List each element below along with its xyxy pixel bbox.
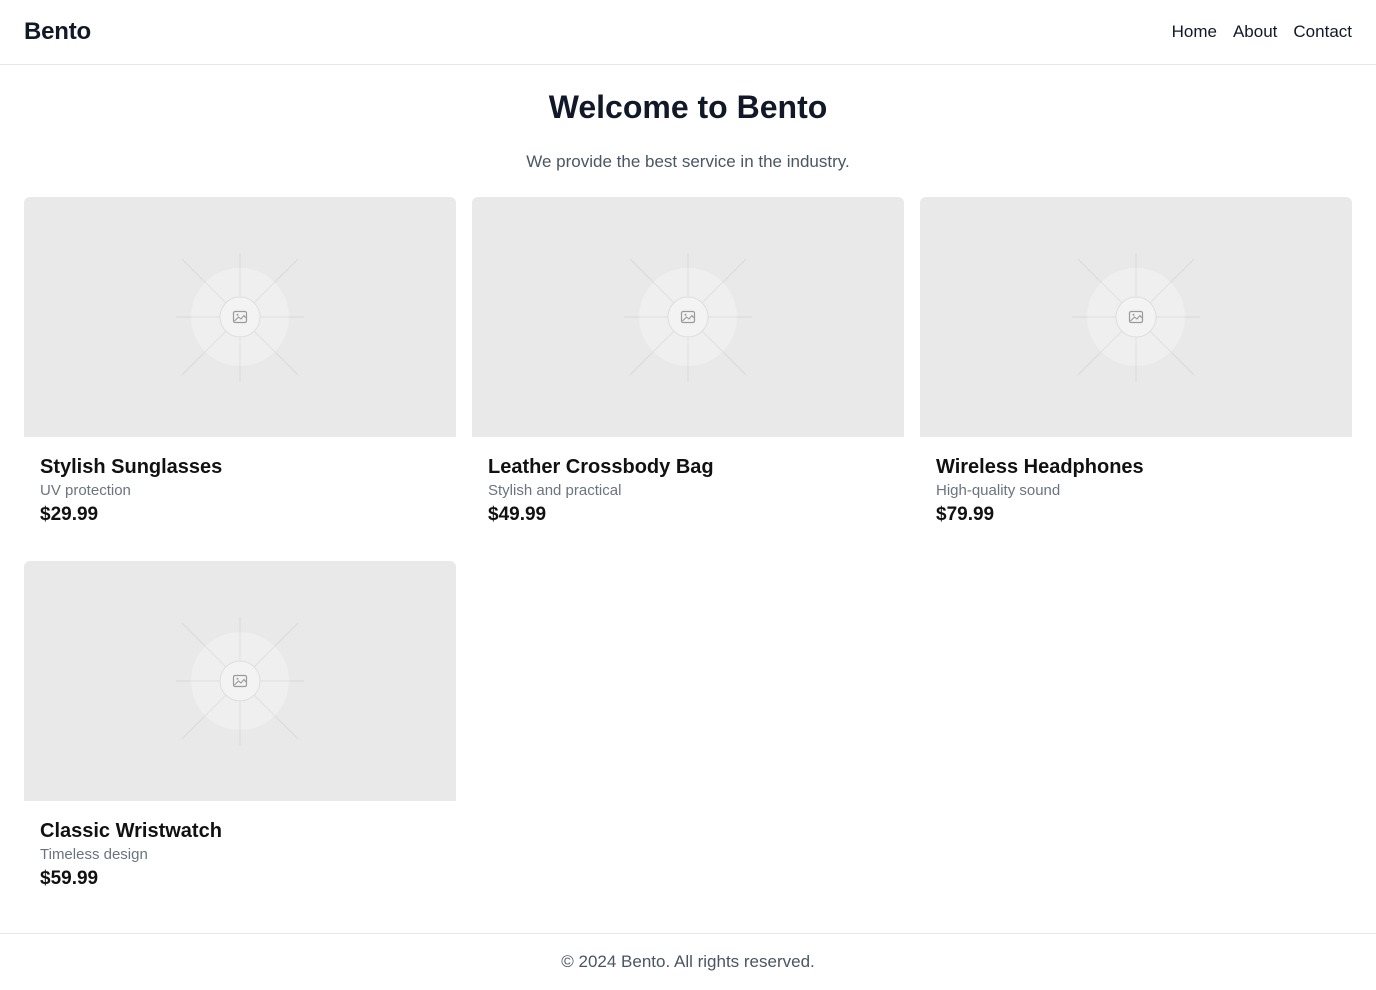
product-image-placeholder [920, 197, 1352, 437]
product-price: $49.99 [488, 504, 547, 525]
product-card-body: Leather Crossbody Bag Stylish and practi… [472, 437, 904, 527]
product-card[interactable]: Wireless Headphones High-quality sound $… [920, 197, 1352, 533]
main-nav: Home About Contact [1172, 22, 1352, 42]
nav-link-about[interactable]: About [1233, 22, 1277, 42]
product-card[interactable]: Stylish Sunglasses UV protection $29.99 [24, 197, 456, 533]
product-title: Wireless Headphones [936, 456, 1144, 478]
product-image-placeholder [472, 197, 904, 437]
product-card-body: Wireless Headphones High-quality sound $… [920, 437, 1352, 527]
image-placeholder-icon [176, 617, 304, 745]
product-price: $79.99 [936, 504, 995, 525]
copyright-text: © 2024 Bento. All rights reserved. [561, 952, 815, 971]
nav-link-contact[interactable]: Contact [1293, 22, 1352, 42]
product-image-placeholder [24, 561, 456, 801]
product-subtitle: High-quality sound [936, 482, 1061, 499]
nav-link-home[interactable]: Home [1172, 22, 1217, 42]
page-title: Welcome to Bento [548, 89, 828, 125]
product-grid: Stylish Sunglasses UV protection $29.99 [0, 197, 1376, 897]
product-title: Stylish Sunglasses [40, 456, 223, 478]
image-placeholder-icon [176, 253, 304, 381]
product-price: $29.99 [40, 504, 99, 525]
hero-subtitle: We provide the best service in the indus… [526, 152, 850, 171]
image-placeholder-icon [1072, 253, 1200, 381]
product-title: Leather Crossbody Bag [488, 456, 714, 478]
brand-logo[interactable]: Bento [24, 18, 91, 46]
product-card[interactable]: Leather Crossbody Bag Stylish and practi… [472, 197, 904, 533]
product-subtitle: UV protection [40, 482, 131, 499]
product-title: Classic Wristwatch [40, 820, 222, 842]
product-card[interactable]: Classic Wristwatch Timeless design $59.9… [24, 561, 456, 897]
product-subtitle: Stylish and practical [488, 482, 622, 499]
product-image-placeholder [24, 197, 456, 437]
product-card-body: Classic Wristwatch Timeless design $59.9… [24, 801, 456, 891]
product-card-body: Stylish Sunglasses UV protection $29.99 [24, 437, 456, 527]
image-placeholder-icon [624, 253, 752, 381]
product-price: $59.99 [40, 868, 99, 889]
site-header: Bento Home About Contact [0, 0, 1376, 65]
product-subtitle: Timeless design [40, 846, 148, 863]
hero-section: Welcome to Bento We provide the best ser… [0, 65, 1376, 197]
site-footer: © 2024 Bento. All rights reserved. [0, 933, 1376, 990]
